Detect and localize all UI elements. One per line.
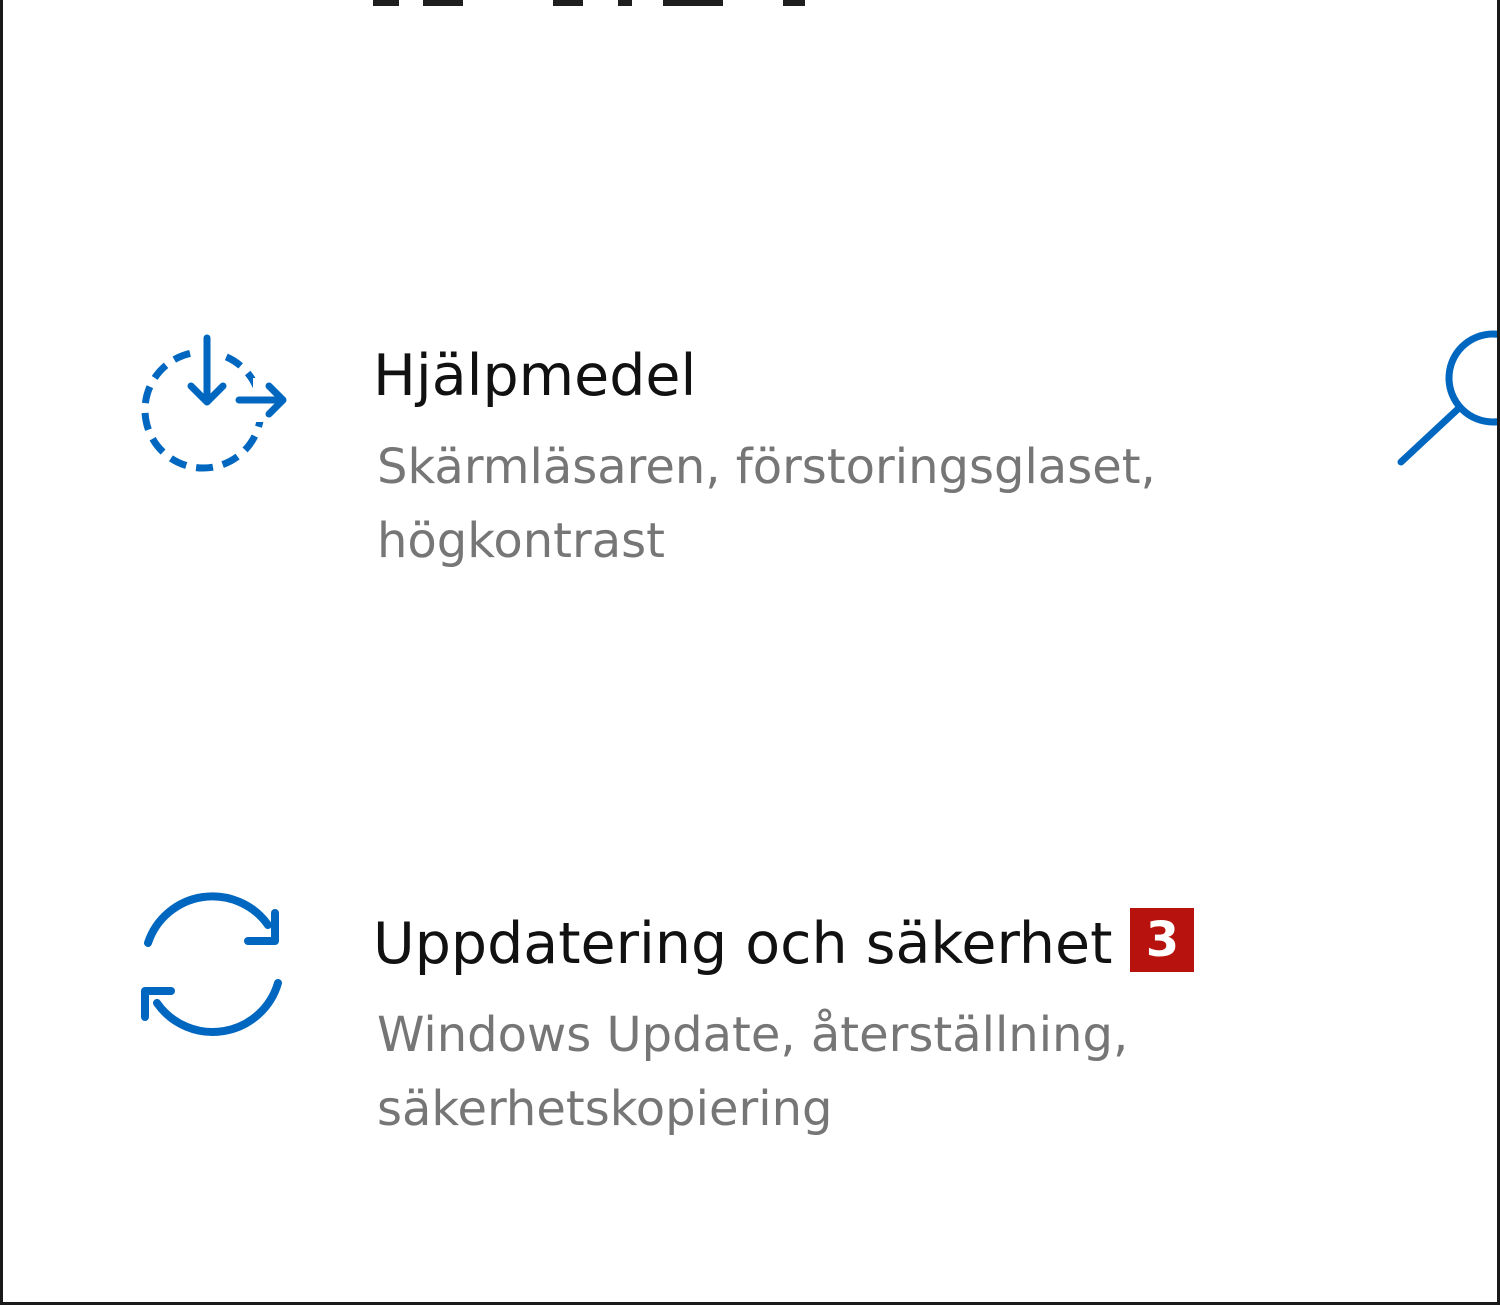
tile-description-line2: säkerhetskopiering — [377, 1081, 833, 1137]
clipped-previous-tile — [363, 0, 823, 8]
tile-description: Windows Update, återställning, säkerhets… — [377, 998, 1237, 1146]
tile-title: Uppdatering och säkerhet 3 — [373, 908, 1195, 973]
accessibility-icon — [141, 330, 293, 472]
tile-accessibility[interactable]: Hjälpmedel Skärmläsaren, förstoringsglas… — [3, 320, 1303, 580]
tile-description: Skärmläsaren, förstoringsglaset, högkont… — [377, 430, 1237, 578]
notification-badge: 3 — [1130, 908, 1195, 972]
tile-description-line1: Windows Update, återställning, — [377, 1007, 1129, 1063]
tile-update-security[interactable]: Uppdatering och säkerhet 3 Windows Update… — [3, 880, 1303, 1150]
search-icon[interactable] — [1393, 320, 1500, 480]
settings-window: Hjälpmedel Skärmläsaren, förstoringsglas… — [0, 0, 1500, 1305]
tile-title-text: Uppdatering och säkerhet — [373, 911, 1113, 977]
sync-update-icon — [141, 892, 282, 1036]
tile-description-line1: Skärmläsaren, förstoringsglaset, — [377, 439, 1156, 495]
tile-description-line2: högkontrast — [377, 513, 665, 569]
tile-title: Hjälpmedel — [373, 343, 697, 409]
